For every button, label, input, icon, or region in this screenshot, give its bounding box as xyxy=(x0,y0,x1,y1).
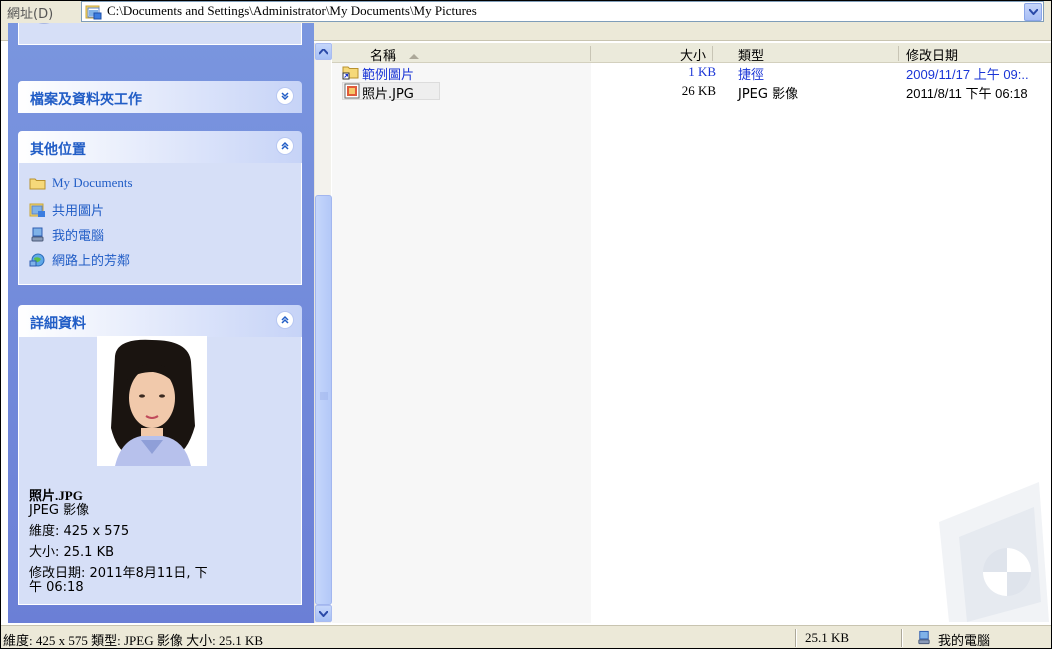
details-title: 詳細資料 xyxy=(30,316,86,332)
file-folder-tasks-title: 檔案及資料夾工作 xyxy=(30,92,142,108)
top-panel-remnant xyxy=(18,23,302,45)
task-pane: 檔案及資料夾工作 其他位置 My Documents 共用圖片 我的電腦 網路上… xyxy=(8,23,314,623)
column-separator[interactable] xyxy=(898,46,899,61)
collapse-chevron-icon[interactable] xyxy=(276,137,294,155)
file-size: 1 KB xyxy=(688,64,716,79)
status-location: 我的電腦 xyxy=(938,634,991,649)
status-info: 維度: 425 x 575 類型: JPEG 影像 大小: 25.1 KB xyxy=(3,633,264,648)
file-modified: 2009/11/17 上午 09:.. xyxy=(906,67,1029,82)
details-header[interactable]: 詳細資料 xyxy=(18,305,302,337)
address-label: 網址(D) xyxy=(7,7,54,22)
chevron-up-icon xyxy=(319,48,328,55)
sorted-column-bg xyxy=(332,63,591,623)
explorer-window: 網址(D) C:\Documents and Settings\Administ… xyxy=(0,0,1052,649)
details-body: 照片.JPG JPEG 影像 維度: 425 x 575 大小: 25.1 KB… xyxy=(18,336,302,605)
scroll-down-button[interactable] xyxy=(315,605,332,622)
scroll-thumb[interactable] xyxy=(315,195,332,605)
address-path: C:\Documents and Settings\Administrator\… xyxy=(107,3,477,18)
chevron-down-icon xyxy=(319,610,328,617)
status-separator xyxy=(795,629,797,647)
file-name: 範例圖片 xyxy=(362,68,415,83)
link-shared-pictures[interactable]: 共用圖片 xyxy=(29,200,104,219)
link-label: 共用圖片 xyxy=(52,204,105,219)
file-folder-tasks-header[interactable]: 檔案及資料夾工作 xyxy=(18,81,302,113)
expand-chevron-icon[interactable] xyxy=(276,87,294,105)
task-pane-scrollbar[interactable] xyxy=(314,43,332,623)
link-label: 我的電腦 xyxy=(52,229,105,244)
column-header-name[interactable]: 名稱 xyxy=(370,45,420,64)
address-dropdown-button[interactable] xyxy=(1024,3,1042,21)
collapsed-icon xyxy=(38,23,50,24)
column-name-label: 名稱 xyxy=(370,49,397,64)
grip-icon xyxy=(320,392,328,400)
computer-icon xyxy=(918,630,930,645)
link-my-documents[interactable]: My Documents xyxy=(29,175,133,191)
shared-pictures-icon xyxy=(29,203,45,217)
collapse-chevron-icon[interactable] xyxy=(276,311,294,329)
column-separator[interactable] xyxy=(590,46,591,61)
file-type: 捷徑 xyxy=(738,68,765,83)
shortcut-folder-icon xyxy=(342,66,359,80)
column-separator[interactable] xyxy=(712,46,713,61)
address-input[interactable]: C:\Documents and Settings\Administrator\… xyxy=(81,1,1044,22)
network-globe-icon xyxy=(29,253,45,266)
status-size: 25.1 KB xyxy=(805,630,850,645)
file-row[interactable]: 照片.JPG 26 KB JPEG 影像 2011/8/11 下午 06:18 xyxy=(332,82,1051,102)
status-separator xyxy=(901,629,903,647)
folder-watermark-icon xyxy=(939,482,1049,622)
detail-file-type: JPEG 影像 xyxy=(29,503,90,518)
computer-icon xyxy=(31,227,44,241)
shared-pictures-icon xyxy=(85,5,102,20)
file-modified: 2011/8/11 下午 06:18 xyxy=(906,86,1028,101)
detail-modified-line2: 午 06:18 xyxy=(29,580,84,595)
folder-icon xyxy=(29,178,46,190)
link-label: 網路上的芳鄰 xyxy=(52,254,131,269)
detail-dimensions: 維度: 425 x 575 xyxy=(29,524,130,539)
scroll-up-button[interactable] xyxy=(315,43,332,60)
file-size: 26 KB xyxy=(681,83,716,98)
column-header-modified[interactable]: 修改日期 xyxy=(906,45,958,64)
jpeg-file-icon xyxy=(344,83,360,99)
chevron-down-icon xyxy=(1028,9,1038,15)
column-header-size[interactable]: 大小 xyxy=(680,45,706,64)
photo-thumbnail xyxy=(97,336,207,466)
file-name: 照片.JPG xyxy=(362,87,414,102)
link-my-computer[interactable]: 我的電腦 xyxy=(29,225,104,244)
detail-size: 大小: 25.1 KB xyxy=(29,545,115,560)
list-header: 名稱 大小 類型 修改日期 xyxy=(332,43,1051,64)
other-places-header[interactable]: 其他位置 xyxy=(18,131,302,163)
sort-ascending-icon xyxy=(409,54,420,59)
file-type: JPEG 影像 xyxy=(738,87,799,102)
file-row[interactable]: 範例圖片 1 KB 捷徑 2009/11/17 上午 09:.. xyxy=(332,63,1051,83)
column-header-type[interactable]: 類型 xyxy=(738,45,764,64)
other-places-body: My Documents 共用圖片 我的電腦 網路上的芳鄰 xyxy=(18,163,302,285)
link-label: My Documents xyxy=(52,175,133,190)
status-bar: 維度: 425 x 575 類型: JPEG 影像 大小: 25.1 KB 25… xyxy=(1,625,1051,649)
other-places-title: 其他位置 xyxy=(30,142,86,158)
link-network-places[interactable]: 網路上的芳鄰 xyxy=(29,250,130,269)
